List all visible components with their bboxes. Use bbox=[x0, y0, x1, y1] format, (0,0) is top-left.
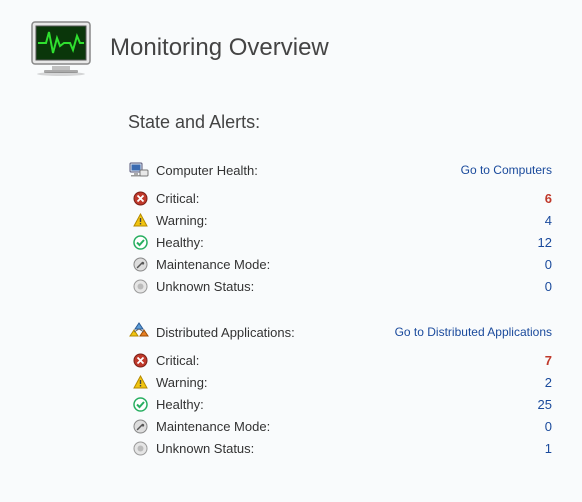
row-label: Warning: bbox=[156, 213, 472, 228]
row-maintenance: Maintenance Mode: 0 bbox=[128, 253, 552, 275]
group-computer-health: Computer Health: Go to Computers Critica… bbox=[128, 159, 552, 297]
row-warning: Warning: 2 bbox=[128, 371, 552, 393]
row-label: Maintenance Mode: bbox=[156, 419, 472, 434]
row-value: 0 bbox=[472, 419, 552, 434]
row-maintenance: Maintenance Mode: 0 bbox=[128, 415, 552, 437]
row-healthy: Healthy: 25 bbox=[128, 393, 552, 415]
row-value: 1 bbox=[472, 441, 552, 456]
row-label: Healthy: bbox=[156, 235, 472, 250]
section-title: State and Alerts: bbox=[128, 112, 552, 133]
row-value: 0 bbox=[472, 279, 552, 294]
row-label: Maintenance Mode: bbox=[156, 257, 472, 272]
group-label: Computer Health: bbox=[156, 163, 461, 178]
row-value: 2 bbox=[472, 375, 552, 390]
row-value: 25 bbox=[472, 397, 552, 412]
page-header: Monitoring Overview bbox=[0, 0, 582, 76]
go-to-computers-link[interactable]: Go to Computers bbox=[461, 163, 552, 177]
row-label: Warning: bbox=[156, 375, 472, 390]
row-value: 12 bbox=[472, 235, 552, 250]
row-critical: Critical: 6 bbox=[128, 187, 552, 209]
unknown-icon bbox=[132, 278, 148, 294]
wrench-icon bbox=[132, 418, 148, 434]
unknown-icon bbox=[132, 440, 148, 456]
row-label: Unknown Status: bbox=[156, 279, 472, 294]
row-value: 7 bbox=[472, 353, 552, 368]
row-label: Healthy: bbox=[156, 397, 472, 412]
warning-icon bbox=[132, 212, 148, 228]
row-label: Unknown Status: bbox=[156, 441, 472, 456]
computer-icon bbox=[128, 159, 150, 181]
group-distributed-applications: Distributed Applications: Go to Distribu… bbox=[128, 321, 552, 459]
healthy-icon bbox=[132, 396, 148, 412]
row-value: 4 bbox=[472, 213, 552, 228]
row-critical: Critical: 7 bbox=[128, 349, 552, 371]
row-label: Critical: bbox=[156, 191, 472, 206]
go-to-distributed-applications-link[interactable]: Go to Distributed Applications bbox=[395, 325, 552, 339]
page-title: Monitoring Overview bbox=[110, 34, 329, 62]
distributed-apps-icon bbox=[128, 321, 150, 343]
row-warning: Warning: 4 bbox=[128, 209, 552, 231]
warning-icon bbox=[132, 374, 148, 390]
wrench-icon bbox=[132, 256, 148, 272]
row-healthy: Healthy: 12 bbox=[128, 231, 552, 253]
row-unknown: Unknown Status: 1 bbox=[128, 437, 552, 459]
group-label: Distributed Applications: bbox=[156, 325, 395, 340]
monitor-heartbeat-icon bbox=[30, 20, 92, 76]
critical-icon bbox=[132, 352, 148, 368]
critical-icon bbox=[132, 190, 148, 206]
row-label: Critical: bbox=[156, 353, 472, 368]
healthy-icon bbox=[132, 234, 148, 250]
row-value: 6 bbox=[472, 191, 552, 206]
row-unknown: Unknown Status: 0 bbox=[128, 275, 552, 297]
row-value: 0 bbox=[472, 257, 552, 272]
